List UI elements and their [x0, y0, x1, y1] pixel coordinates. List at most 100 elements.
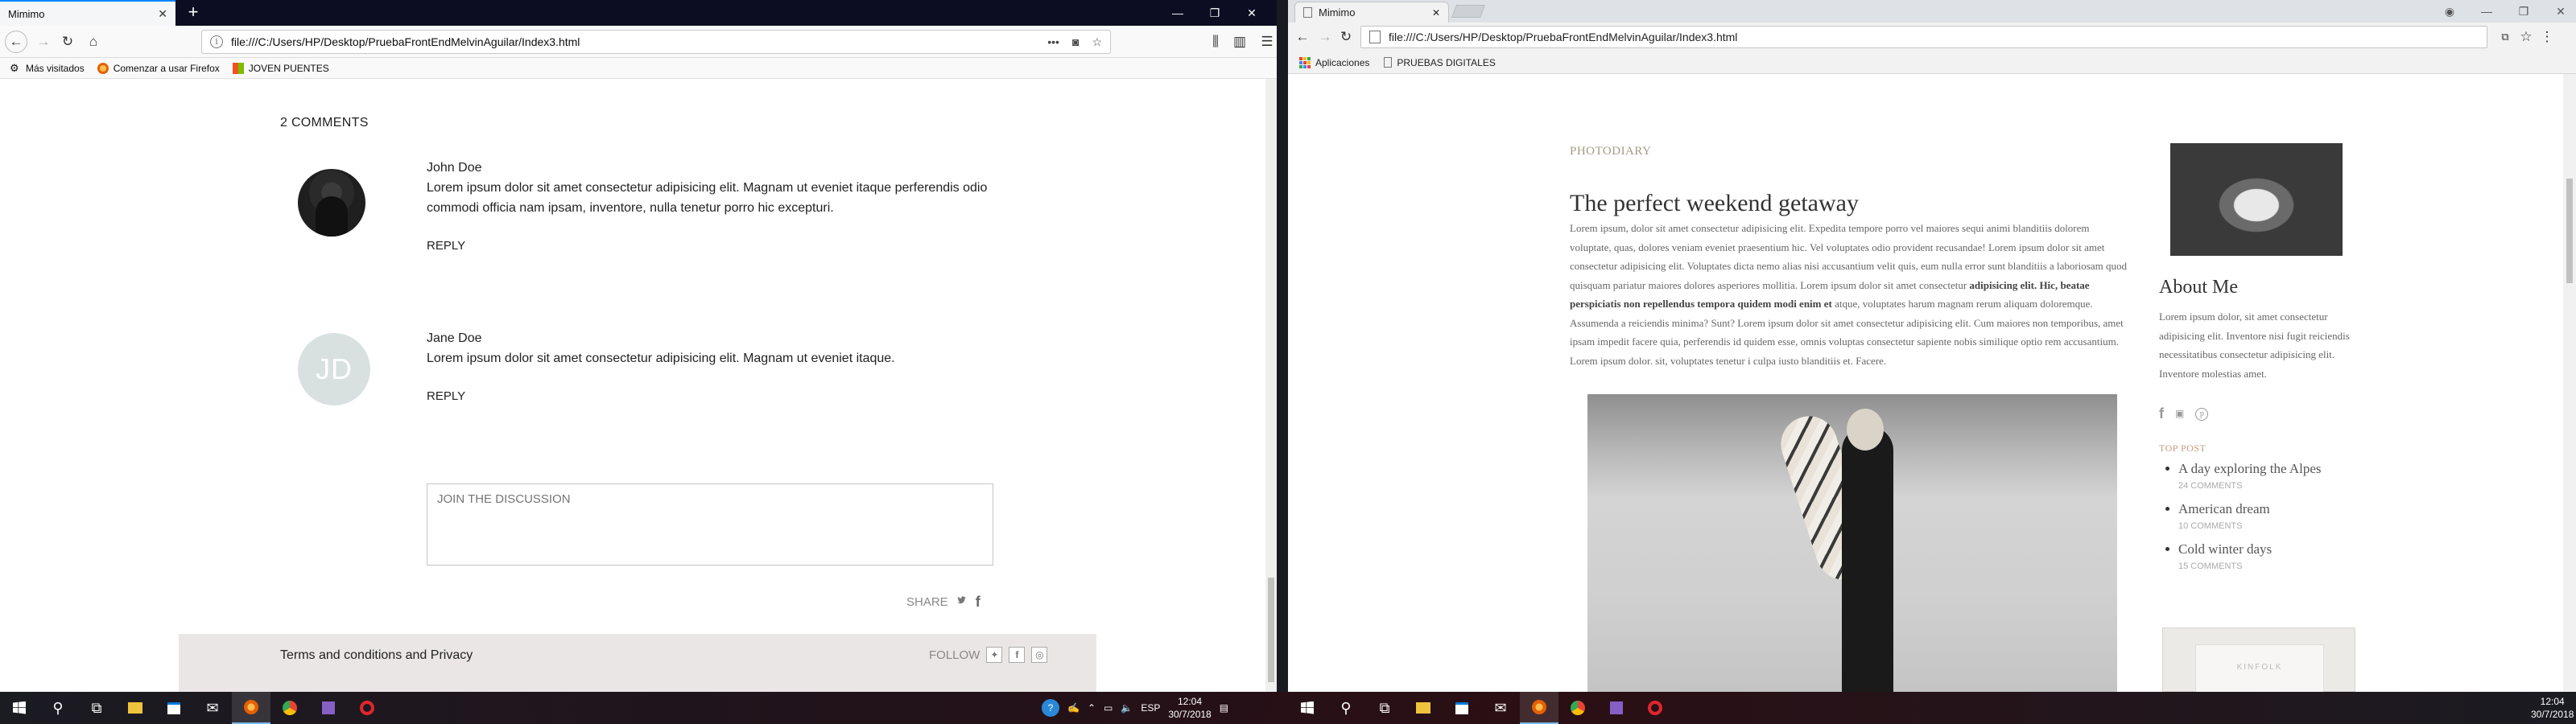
network-icon[interactable]: ▭ [1104, 702, 1113, 714]
home-icon[interactable]: ⌂ [84, 32, 103, 51]
back-button[interactable]: ← [1293, 27, 1312, 47]
maximize-icon[interactable]: ❐ [1196, 0, 1233, 26]
instagram-icon[interactable]: ◎ [1031, 647, 1048, 663]
reply-link[interactable]: REPLY [427, 386, 465, 406]
comment-text: Lorem ipsum dolor sit amet consectetur a… [427, 352, 895, 365]
chrome-tab[interactable]: Mimimo ✕ [1294, 2, 1449, 23]
close-window-icon[interactable]: ✕ [2542, 0, 2576, 23]
comment-author: Jane Doe [427, 331, 482, 345]
post-category[interactable]: PHOTODIARY [1570, 145, 1651, 158]
list-item[interactable]: A day exploring the Alpes 24 COMMENTS [2159, 460, 2368, 494]
post-title[interactable]: The perfect weekend getaway [1570, 190, 1859, 217]
reload-icon[interactable]: ↻ [58, 32, 77, 51]
list-item[interactable]: Cold winter days 15 COMMENTS [2159, 541, 2368, 574]
windows-taskbar: ⚲ ⧉ ✉ ? ✍ ⌃ ▭ 🔈 ESP 12:04 30/7/2018 ▤ ⚲ … [0, 692, 2576, 724]
minimize-icon[interactable]: — [1159, 0, 1196, 26]
top-post-title[interactable]: American dream [2178, 500, 2368, 518]
pen-icon[interactable]: ✍ [1067, 702, 1080, 714]
reload-icon[interactable]: ↻ [1336, 27, 1356, 47]
volume-icon[interactable]: 🔈 [1121, 702, 1133, 714]
clock[interactable]: 12:04 30/7/2018 [2531, 695, 2574, 721]
forward-button[interactable]: → [34, 32, 53, 51]
back-button[interactable]: ← [5, 31, 27, 53]
mail-icon[interactable]: ✉ [193, 692, 232, 724]
opera-icon[interactable] [348, 692, 386, 724]
firefox-tab[interactable]: Mimimo ✕ [0, 0, 175, 26]
close-tab-icon[interactable]: ✕ [158, 7, 167, 21]
file-explorer-icon[interactable] [116, 692, 155, 724]
firefox-taskbar-icon[interactable] [232, 692, 270, 724]
language-indicator[interactable]: ESP [1141, 702, 1160, 714]
clock[interactable]: 12:04 30/7/2018 [1168, 695, 1211, 721]
top-post-title[interactable]: Cold winter days [2178, 541, 2368, 558]
search-icon[interactable]: ⚲ [39, 692, 77, 724]
menu-icon[interactable]: ⋮ [2537, 27, 2557, 47]
vertical-scrollbar[interactable] [2563, 74, 2576, 692]
bookmark-most-visited[interactable]: ⚙ Más visitados [10, 62, 85, 74]
bookmark-pruebas-digitales[interactable]: PRUEBAS DIGITALES [1384, 57, 1496, 68]
site-info-icon[interactable]: i [210, 35, 223, 48]
library-icon[interactable]: ⫼ [1206, 32, 1225, 51]
system-tray-left: ? ✍ ⌃ ▭ 🔈 ESP 12:04 30/7/2018 ▤ [1042, 692, 1228, 724]
store-icon[interactable] [155, 692, 193, 724]
facebook-icon[interactable]: f [2159, 405, 2164, 422]
url-bar[interactable]: i file:///C:/Users/HP/Desktop/PruebaFron… [201, 30, 1111, 54]
discussion-textarea[interactable] [427, 483, 993, 566]
search-icon[interactable]: ⚲ [1327, 692, 1365, 724]
help-icon[interactable]: ? [1042, 699, 1059, 717]
vertical-scrollbar[interactable] [1265, 79, 1277, 692]
list-item[interactable]: American dream 10 COMMENTS [2159, 500, 2368, 534]
scrollbar-thumb[interactable] [1268, 578, 1274, 682]
profile-icon[interactable]: ◉ [2431, 0, 2468, 23]
facebook-icon[interactable]: f [976, 594, 980, 611]
show-hidden-icons-icon[interactable]: ⌃ [1088, 702, 1096, 714]
notifications-icon[interactable]: ▤ [1220, 702, 1228, 714]
task-view-icon[interactable]: ⧉ [1365, 692, 1404, 724]
chrome-toolbar: ← → ↻ file:///C:/Users/HP/Desktop/Prueba… [1288, 23, 2576, 51]
twitter-icon[interactable]: ✦ [986, 647, 1003, 663]
close-window-icon[interactable]: ✕ [1233, 0, 1270, 26]
task-view-icon[interactable]: ⧉ [77, 692, 116, 724]
chrome-taskbar-icon[interactable] [1558, 692, 1597, 724]
reply-link[interactable]: REPLY [427, 236, 465, 256]
top-post-title[interactable]: A day exploring the Alpes [2178, 460, 2368, 478]
bookmark-star-icon[interactable]: ☆ [2516, 27, 2536, 47]
bookmark-star-icon[interactable]: ☆ [1092, 35, 1102, 49]
close-tab-icon[interactable]: ✕ [1432, 7, 1440, 19]
url-bar[interactable]: file:///C:/Users/HP/Desktop/PruebaFrontE… [1360, 26, 2487, 48]
bookmark-getting-started[interactable]: Comenzar a usar Firefox [97, 62, 220, 74]
mail-icon[interactable]: ✉ [1481, 692, 1520, 724]
scrollbar-thumb[interactable] [2566, 179, 2573, 283]
new-tab-button[interactable]: + [184, 3, 203, 23]
about-me-photo [2170, 143, 2343, 256]
menu-icon[interactable]: ☰ [1257, 32, 1277, 51]
start-button[interactable] [0, 692, 39, 724]
right-page-content: PHOTODIARY The perfect weekend getaway L… [1288, 74, 2576, 692]
pinterest-icon[interactable]: p [2195, 407, 2209, 421]
forward-button[interactable]: → [1315, 27, 1335, 47]
firefox-taskbar-icon[interactable] [1520, 692, 1558, 724]
page-info-icon[interactable] [1369, 31, 1381, 43]
opera-icon[interactable] [1636, 692, 1674, 724]
minimize-icon[interactable]: — [2468, 0, 2505, 23]
terms-link[interactable]: Terms and conditions and Privacy [280, 648, 473, 663]
visual-studio-icon[interactable] [1597, 692, 1636, 724]
twitter-icon[interactable] [956, 594, 968, 610]
translate-icon[interactable]: ⧉ [2496, 27, 2515, 47]
bookmark-joven-puentes[interactable]: JOVEN PUENTES [232, 62, 329, 74]
instagram-icon[interactable]: ▣ [2175, 408, 2184, 420]
chrome-taskbar-icon[interactable] [270, 692, 309, 724]
windows-tile-icon [232, 62, 244, 74]
sidebar-icon[interactable]: ▥ [1230, 32, 1249, 51]
visual-studio-icon[interactable] [309, 692, 348, 724]
start-button[interactable] [1288, 692, 1327, 724]
page-actions-icon[interactable]: ••• [1047, 35, 1059, 49]
new-tab-button[interactable] [1451, 5, 1485, 18]
maximize-icon[interactable]: ❐ [2505, 0, 2542, 23]
store-icon[interactable] [1443, 692, 1481, 724]
file-explorer-icon[interactable] [1404, 692, 1443, 724]
facebook-icon[interactable]: f [1009, 647, 1026, 663]
apps-grid-icon [1299, 56, 1311, 68]
bookmark-apps[interactable]: Aplicaciones [1299, 56, 1369, 68]
pocket-icon[interactable]: ◙ [1072, 35, 1079, 49]
